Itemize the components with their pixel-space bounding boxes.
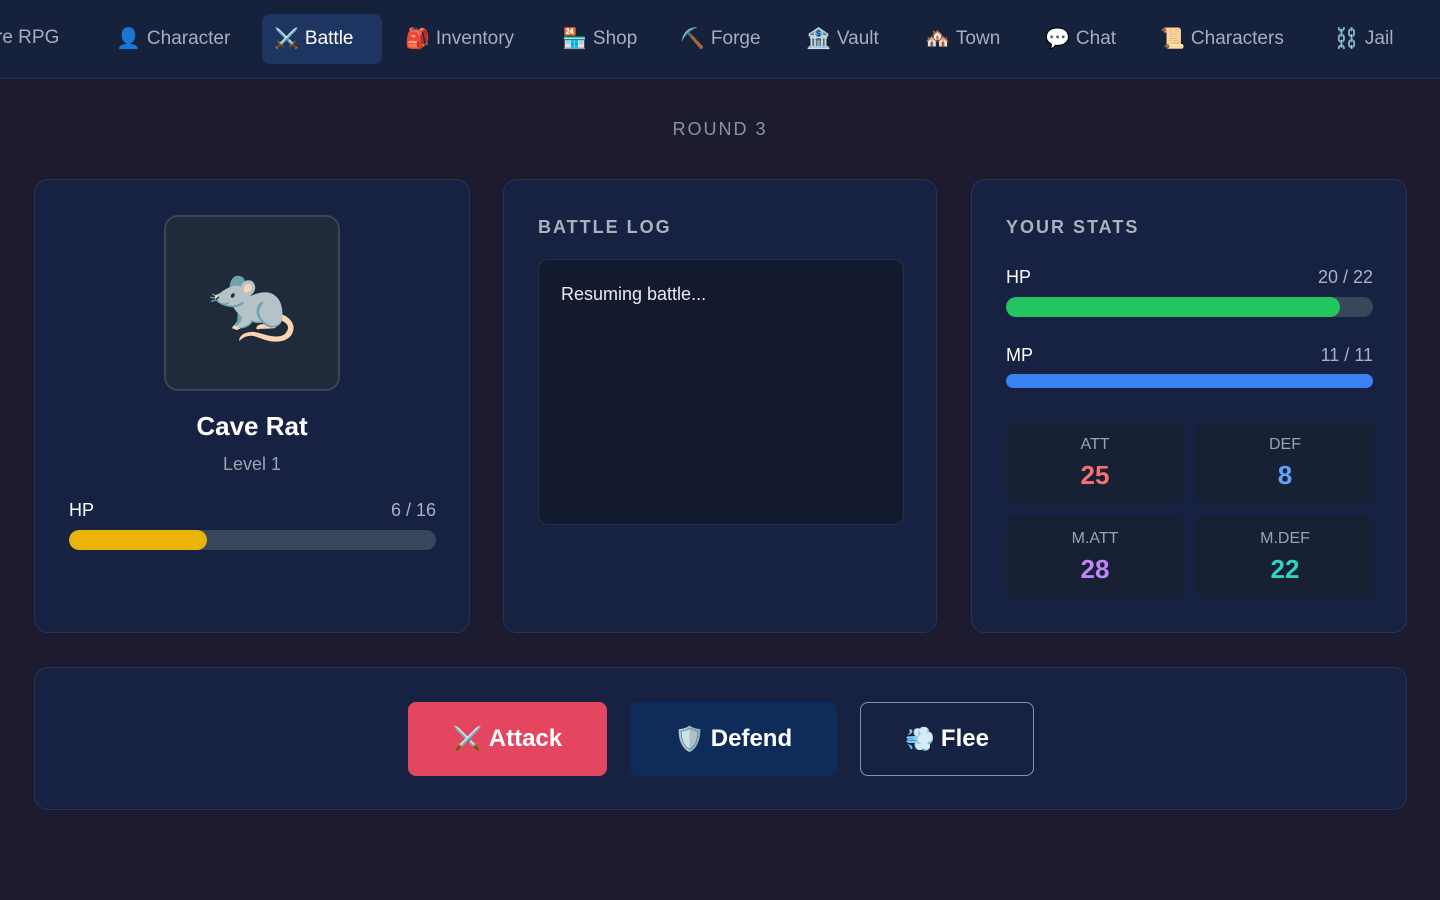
nav-item-label: Shop <box>592 28 638 49</box>
enemy-hp-label: HP <box>69 500 95 520</box>
scroll-icon: 📜 <box>1160 28 1185 50</box>
stats-title: YOUR STATS <box>1006 217 1140 237</box>
nav-item-label: Character <box>146 28 231 49</box>
stat-def-label: DEF <box>1269 435 1301 453</box>
nav-item-chat[interactable]: 💬 Chat <box>1033 14 1128 64</box>
battle-log-title: BATTLE LOG <box>538 217 672 237</box>
round-indicator: ROUND 3 <box>672 119 768 139</box>
player-stats-panel: YOUR STATS HP 20 / 22 MP 11 / 11 ATT 25 … <box>971 179 1407 633</box>
crossed-swords-icon: ⚔️ <box>274 28 299 50</box>
player-hp-bar <box>1006 297 1373 317</box>
player-mp-value: 11 / 11 <box>1320 345 1373 365</box>
attack-label: Attack <box>488 725 563 752</box>
player-hp-row: HP 20 / 22 <box>1006 267 1373 288</box>
rat-icon: 🐀 <box>207 263 297 343</box>
enemy-level: Level 1 <box>222 454 282 474</box>
player-mp-label: MP <box>1006 345 1033 365</box>
chains-icon: ⛓️ <box>1334 28 1359 50</box>
nav-item-town[interactable]: 🏘️ Town <box>913 14 1012 64</box>
top-navbar: re RPG 👤 Character ⚔️ Battle 🎒 Inventory… <box>0 0 1440 79</box>
battle-log-panel: BATTLE LOG Resuming battle... <box>503 179 937 633</box>
nav-item-label: Chat <box>1075 28 1117 49</box>
nav-item-character[interactable]: 👤 Character <box>104 14 242 64</box>
attack-button[interactable]: ⚔️ Attack <box>408 702 607 776</box>
stat-grid: ATT 25 DEF 8 M.ATT 28 M.DEF 22 <box>1006 422 1374 598</box>
nav-item-characters[interactable]: 📜 Characters <box>1148 14 1296 64</box>
character-icon: 👤 <box>116 28 141 50</box>
stat-att-value: 25 <box>1080 459 1110 490</box>
stat-matt-label: M.ATT <box>1071 529 1119 547</box>
log-entry: Resuming battle... <box>561 284 707 304</box>
player-mp-bar <box>1006 374 1373 388</box>
dash-icon: 💨 <box>905 725 935 753</box>
enemy-hp-bar <box>69 530 436 550</box>
nav-item-label: Inventory <box>435 28 515 49</box>
nav-item-jail[interactable]: ⛓️ Jail <box>1322 14 1405 64</box>
shop-icon: 🏪 <box>562 28 587 50</box>
nav-item-forge[interactable]: ⛏️ Forge <box>668 14 773 64</box>
houses-icon: 🏘️ <box>925 28 950 50</box>
stat-matt: M.ATT 28 <box>1006 516 1184 598</box>
nav-item-label: Battle <box>304 28 354 49</box>
defend-button[interactable]: 🛡️ Defend <box>630 702 837 776</box>
stat-def: DEF 8 <box>1196 422 1374 504</box>
nav-item-label: Forge <box>710 28 761 49</box>
defend-label: Defend <box>710 725 793 752</box>
player-hp-label: HP <box>1006 267 1032 287</box>
flee-button[interactable]: 💨 Flee <box>860 702 1034 776</box>
enemy-hp-value: 6 / 16 <box>390 500 436 520</box>
shield-icon: 🛡️ <box>674 725 705 753</box>
enemy-panel: 🐀 Cave Rat Level 1 HP 6 / 16 <box>34 179 470 633</box>
nav-item-shop[interactable]: 🏪 Shop <box>550 14 649 64</box>
player-mp-fill <box>1006 374 1373 388</box>
enemy-hp-row: HP 6 / 16 <box>69 500 436 521</box>
action-bar: ⚔️ Attack 🛡️ Defend 💨 Flee <box>34 667 1407 810</box>
nav-item-label: Jail <box>1364 28 1394 49</box>
nav-item-label: Characters <box>1190 28 1284 49</box>
bank-icon: 🏦 <box>806 28 831 50</box>
crossed-swords-icon: ⚔️ <box>452 725 483 753</box>
nav-item-vault[interactable]: 🏦 Vault <box>794 14 891 64</box>
stat-mdef: M.DEF 22 <box>1196 516 1374 598</box>
stat-att: ATT 25 <box>1006 422 1184 504</box>
enemy-hp-fill <box>69 530 207 550</box>
enemy-portrait: 🐀 <box>164 215 340 391</box>
speech-bubble-icon: 💬 <box>1045 28 1070 50</box>
stat-mdef-value: 22 <box>1270 553 1300 584</box>
app-brand[interactable]: re RPG <box>0 27 59 49</box>
stat-att-label: ATT <box>1080 435 1110 453</box>
backpack-icon: 🎒 <box>405 28 430 50</box>
nav-item-label: Vault <box>836 28 879 49</box>
stat-mdef-label: M.DEF <box>1260 529 1310 547</box>
nav-item-inventory[interactable]: 🎒 Inventory <box>393 14 526 64</box>
flee-label: Flee <box>940 725 989 752</box>
stat-def-value: 8 <box>1277 459 1293 490</box>
player-hp-value: 20 / 22 <box>1317 267 1373 287</box>
nav-item-battle[interactable]: ⚔️ Battle <box>262 14 382 64</box>
battle-log-box[interactable]: Resuming battle... <box>538 259 904 525</box>
stat-matt-value: 28 <box>1080 553 1110 584</box>
pickaxe-icon: ⛏️ <box>680 28 705 50</box>
player-hp-fill <box>1006 297 1340 317</box>
enemy-name: Cave Rat <box>196 411 308 441</box>
player-mp-row: MP 11 / 11 <box>1006 345 1373 366</box>
nav-item-label: Town <box>955 28 1001 49</box>
